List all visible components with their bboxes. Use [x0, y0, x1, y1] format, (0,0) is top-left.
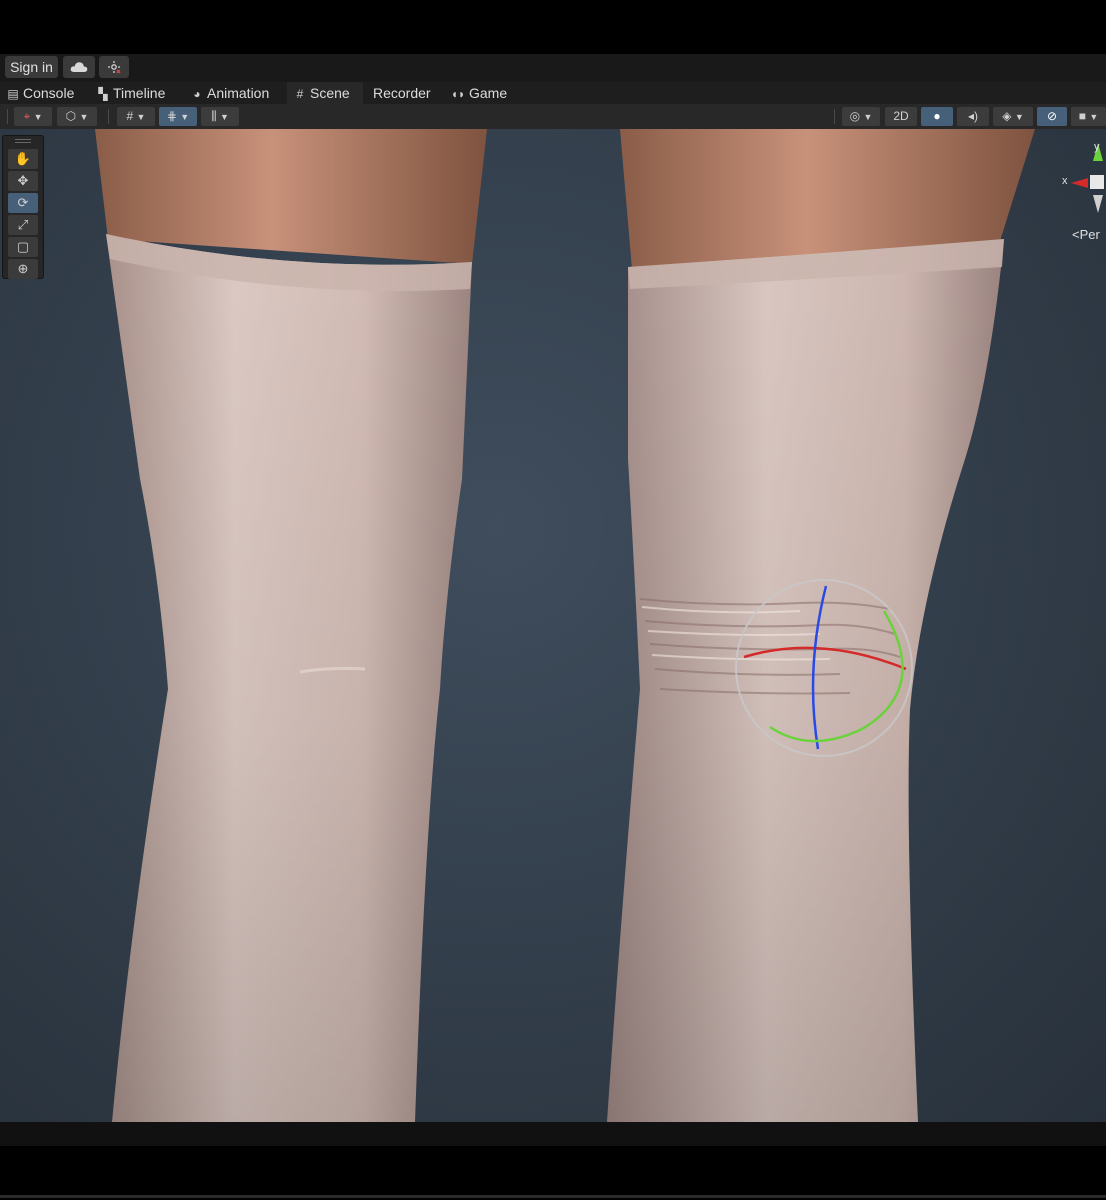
lighting-toggle[interactable]: ●	[921, 107, 953, 126]
scale-tool[interactable]: ⤢	[8, 215, 38, 235]
chevron-down-icon: ▼	[79, 112, 89, 122]
panel-grip[interactable]	[15, 139, 31, 143]
grid-snap-dropdown[interactable]: ⋕ ▼	[159, 107, 197, 126]
chevron-down-icon: ▼	[1089, 112, 1099, 122]
grid-icon: #	[126, 109, 134, 123]
collab-icon	[108, 61, 121, 74]
projection-label: Per	[1079, 227, 1100, 242]
snap-icon: ⋕	[166, 109, 177, 123]
transform-icon: ⊕	[17, 261, 29, 276]
projection-toggle[interactable]: <Per	[1072, 227, 1100, 242]
cloud-icon	[70, 62, 88, 72]
transform-tools-panel: ✋ ✥ ⟳ ⤢ ▢ ⊕	[2, 135, 44, 279]
rotate-icon: ⟳	[17, 195, 29, 210]
grid-visibility-dropdown[interactable]: # ▼	[117, 107, 155, 126]
effects-dropdown[interactable]: ◈ ▼	[993, 107, 1033, 126]
tab-console[interactable]: ▤ Console	[0, 82, 84, 104]
cloud-button[interactable]	[63, 56, 95, 78]
scene-hash-icon: #	[296, 87, 304, 101]
mode-2d-toggle[interactable]: 2D	[885, 107, 917, 126]
tab-game-label: Game	[469, 85, 508, 101]
move-arrows-icon: ✥	[17, 173, 29, 188]
tab-timeline-label: Timeline	[113, 85, 166, 101]
sign-in-button[interactable]: Sign in	[5, 56, 58, 78]
console-icon: ▤	[7, 87, 19, 101]
scene-render	[95, 129, 1104, 1122]
tab-recorder[interactable]: Recorder	[367, 82, 441, 104]
layers-icon: ◈	[1002, 109, 1012, 123]
bottom-edge	[0, 1195, 1106, 1198]
chevron-down-icon: ▼	[33, 112, 43, 122]
audio-toggle[interactable]: ◂)	[957, 107, 989, 126]
pivot-mode-dropdown[interactable]: ⌖ ▼	[14, 107, 52, 126]
orientation-gizmo	[1071, 143, 1104, 213]
lightbulb-icon: ●	[933, 109, 941, 123]
sign-in-label: Sign in	[10, 59, 53, 75]
tab-animation[interactable]: ◕ Animation	[184, 82, 280, 104]
audio-icon: ◂)	[967, 109, 979, 123]
tab-timeline[interactable]: ▚ Timeline	[90, 82, 176, 104]
move-tool[interactable]: ✥	[8, 171, 38, 191]
gamepad-icon: ◖◗	[450, 87, 466, 101]
gizmo-y-label: y	[1094, 141, 1100, 153]
chevron-down-icon: ▼	[180, 112, 190, 122]
view-tool[interactable]: ✋	[8, 149, 38, 169]
account-bar: Sign in	[0, 54, 1106, 82]
pivot-icon: ⌖	[23, 109, 31, 123]
chevron-down-icon: ▼	[863, 112, 873, 122]
rotate-tool[interactable]: ⟳	[8, 193, 38, 213]
tab-recorder-label: Recorder	[373, 85, 431, 101]
tab-scene[interactable]: # Scene	[287, 82, 363, 104]
chevron-down-icon: ▼	[219, 112, 229, 122]
collab-button[interactable]	[99, 56, 129, 78]
tab-console-label: Console	[23, 85, 75, 101]
tab-scene-label: Scene	[310, 85, 350, 101]
scene-visibility-toggle[interactable]: ⊘	[1037, 107, 1067, 126]
timeline-icon: ▚	[98, 87, 108, 101]
gizmo-x-label: x	[1062, 175, 1068, 187]
draw-mode-dropdown[interactable]: ◎ ▼	[842, 107, 880, 126]
editor-tab-bar: ▤ Console ▚ Timeline ◕ Animation # Scene Rec…	[0, 82, 1106, 104]
bottom-letterbox	[0, 1146, 1106, 1200]
camera-icon: ■	[1078, 109, 1086, 123]
increment-icon: ⫼	[211, 109, 217, 123]
top-letterbox	[0, 0, 1106, 54]
cube-icon: ⬡	[65, 109, 77, 123]
scene-viewport[interactable]: y x <Per	[0, 129, 1106, 1122]
tab-game[interactable]: ◖◗ Game	[444, 82, 514, 104]
rect-icon: ▢	[16, 239, 30, 254]
increment-snap-dropdown[interactable]: ⫼ ▼	[201, 107, 239, 126]
toolbar-divider	[108, 109, 109, 124]
chevron-down-icon: ▼	[1014, 112, 1024, 122]
chevron-down-icon: ▼	[136, 112, 146, 122]
transform-tool[interactable]: ⊕	[8, 259, 38, 279]
camera-settings-dropdown[interactable]: ■ ▼	[1071, 107, 1106, 126]
scene-toolbar: ⌖ ▼ ⬡ ▼ # ▼ ⋕ ▼ ⫼ ▼ ◎ ▼ 2D ● ◂) ◈ ▼ ⊘ ■ …	[0, 104, 1106, 130]
global-local-dropdown[interactable]: ⬡ ▼	[57, 107, 97, 126]
hand-icon: ✋	[14, 151, 32, 166]
visibility-icon: ⊘	[1046, 109, 1058, 123]
tab-animation-label: Animation	[207, 85, 270, 101]
toolbar-divider	[834, 109, 835, 124]
shading-icon: ◎	[849, 109, 861, 123]
animation-icon: ◕	[193, 87, 201, 101]
mode-2d-label: 2D	[893, 109, 909, 123]
scale-icon: ⤢	[17, 217, 29, 232]
rect-tool[interactable]: ▢	[8, 237, 38, 257]
toolbar-grip	[7, 109, 8, 124]
bottom-status-bar	[0, 1122, 1106, 1146]
